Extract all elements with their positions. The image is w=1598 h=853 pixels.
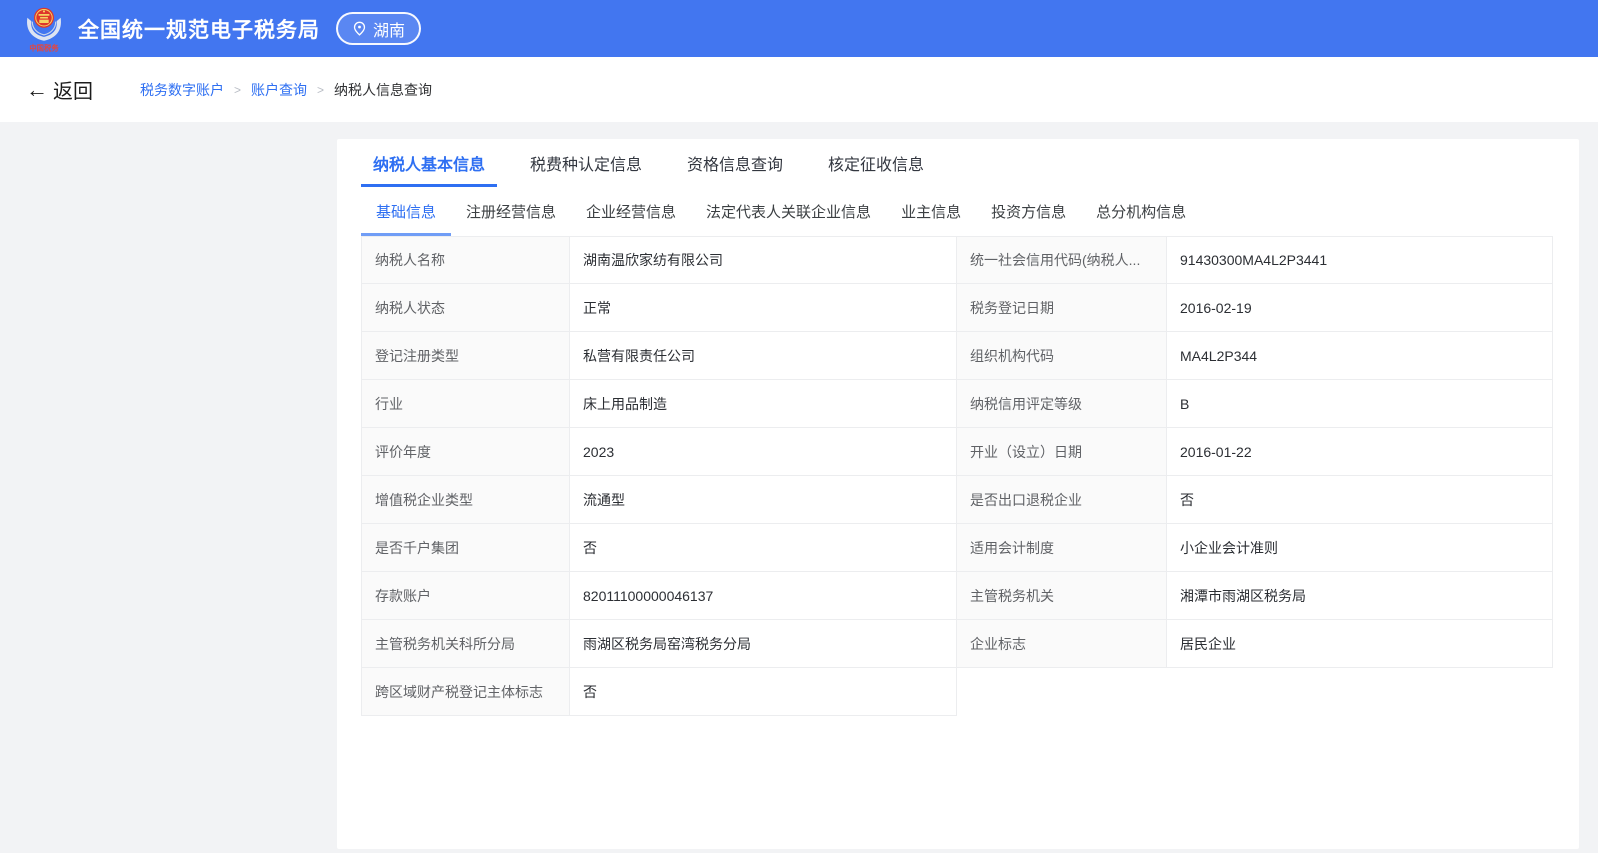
info-label-cell: 纳税人状态 — [361, 284, 570, 332]
info-label-cell: 统一社会信用代码(纳税人... — [957, 236, 1167, 284]
info-label-cell: 主管税务机关科所分局 — [361, 620, 570, 668]
primary-tab-label: 纳税人基本信息 — [373, 151, 485, 175]
primary-tab[interactable]: 核定征收信息 — [816, 139, 936, 187]
info-label-cell: 开业（设立）日期 — [957, 428, 1167, 476]
info-value-cell: 湘潭市雨湖区税务局 — [1167, 572, 1553, 620]
secondary-tab[interactable]: 法定代表人关联企业信息 — [691, 187, 886, 236]
info-label-cell: 适用会计制度 — [957, 524, 1167, 572]
secondary-tab[interactable]: 投资方信息 — [976, 187, 1081, 236]
breadcrumb-separator-icon: > — [317, 83, 324, 97]
secondary-tab-label: 注册经营信息 — [466, 201, 556, 222]
info-label-cell: 增值税企业类型 — [361, 476, 570, 524]
back-label: 返回 — [53, 75, 93, 104]
info-value-cell: B — [1167, 380, 1553, 428]
info-value-cell — [1167, 668, 1553, 716]
secondary-tab-label: 企业经营信息 — [586, 201, 676, 222]
app-title: 全国统一规范电子税务局 — [78, 14, 320, 44]
info-value-cell: 2016-01-22 — [1167, 428, 1553, 476]
primary-tab-label: 核定征收信息 — [828, 151, 924, 175]
secondary-tab-label: 业主信息 — [901, 201, 961, 222]
primary-tab-label: 资格信息查询 — [687, 151, 783, 175]
info-label-cell: 存款账户 — [361, 572, 570, 620]
logo-caption: 中国税务 — [29, 44, 59, 52]
secondary-tab-label: 基础信息 — [376, 201, 436, 222]
info-label-cell: 税务登记日期 — [957, 284, 1167, 332]
info-value-cell: 否 — [570, 524, 957, 572]
info-value-cell: 私营有限责任公司 — [570, 332, 957, 380]
secondary-tab[interactable]: 基础信息 — [361, 187, 451, 236]
tax-bureau-logo-icon: 中国税务 — [22, 5, 66, 52]
location-pin-icon — [352, 21, 367, 36]
breadcrumb-link-digital-account[interactable]: 税务数字账户 — [140, 80, 224, 100]
info-value-cell: 2016-02-19 — [1167, 284, 1553, 332]
primary-tab[interactable]: 纳税人基本信息 — [361, 139, 497, 187]
info-value-cell: 82011100000046137 — [570, 572, 957, 620]
info-value-cell: 2023 — [570, 428, 957, 476]
secondary-tab[interactable]: 业主信息 — [886, 187, 976, 236]
basic-info-table: 纳税人名称 湖南温欣家纺有限公司 统一社会信用代码(纳税人... 9143030… — [361, 236, 1553, 716]
info-value-cell: 否 — [1167, 476, 1553, 524]
back-arrow-icon: ← — [26, 79, 48, 101]
secondary-tabs: 基础信息 注册经营信息 企业经营信息 法定代表人关联企业信息 业主信息 — [361, 187, 1553, 236]
info-value-cell: 小企业会计准则 — [1167, 524, 1553, 572]
secondary-tab[interactable]: 注册经营信息 — [451, 187, 571, 236]
primary-tab[interactable]: 资格信息查询 — [675, 139, 795, 187]
info-value-cell: 流通型 — [570, 476, 957, 524]
app-header: 中国税务 全国统一规范电子税务局 湖南 — [0, 0, 1598, 57]
info-value-cell: 床上用品制造 — [570, 380, 957, 428]
info-label-cell: 纳税人名称 — [361, 236, 570, 284]
breadcrumb-current-page: 纳税人信息查询 — [334, 80, 432, 100]
info-value-cell: 雨湖区税务局窑湾税务分局 — [570, 620, 957, 668]
secondary-tab-label: 法定代表人关联企业信息 — [706, 201, 871, 222]
region-label: 湖南 — [373, 17, 405, 41]
info-label-cell: 评价年度 — [361, 428, 570, 476]
info-label-cell: 是否出口退税企业 — [957, 476, 1167, 524]
primary-tab[interactable]: 税费种认定信息 — [518, 139, 654, 187]
info-label-cell: 登记注册类型 — [361, 332, 570, 380]
primary-tab-label: 税费种认定信息 — [530, 151, 642, 175]
page-content: 纳税人基本信息 税费种认定信息 资格信息查询 核定征收信息 基础信息 — [0, 122, 1598, 853]
info-label-cell — [957, 668, 1167, 716]
back-button[interactable]: ← 返回 — [26, 75, 93, 104]
info-label-cell: 企业标志 — [957, 620, 1167, 668]
info-value-cell: 湖南温欣家纺有限公司 — [570, 236, 957, 284]
info-value-cell: 否 — [570, 668, 957, 716]
info-value-cell: 正常 — [570, 284, 957, 332]
secondary-tab-label: 投资方信息 — [991, 201, 1066, 222]
secondary-tab[interactable]: 企业经营信息 — [571, 187, 691, 236]
primary-tabs: 纳税人基本信息 税费种认定信息 资格信息查询 核定征收信息 — [361, 139, 1553, 187]
secondary-tab[interactable]: 总分机构信息 — [1081, 187, 1201, 236]
region-badge[interactable]: 湖南 — [336, 12, 421, 45]
taxpayer-info-card: 纳税人基本信息 税费种认定信息 资格信息查询 核定征收信息 基础信息 — [337, 139, 1579, 849]
info-value-cell: MA4L2P344 — [1167, 332, 1553, 380]
info-label-cell: 行业 — [361, 380, 570, 428]
info-label-cell: 纳税信用评定等级 — [957, 380, 1167, 428]
info-value-cell: 91430300MA4L2P3441 — [1167, 236, 1553, 284]
breadcrumb-bar: ← 返回 税务数字账户 > 账户查询 > 纳税人信息查询 — [0, 57, 1598, 122]
info-label-cell: 跨区域财产税登记主体标志 — [361, 668, 570, 716]
breadcrumb: 税务数字账户 > 账户查询 > 纳税人信息查询 — [140, 80, 432, 100]
info-label-cell: 组织机构代码 — [957, 332, 1167, 380]
breadcrumb-separator-icon: > — [234, 83, 241, 97]
info-label-cell: 主管税务机关 — [957, 572, 1167, 620]
info-value-cell: 居民企业 — [1167, 620, 1553, 668]
breadcrumb-link-account-query[interactable]: 账户查询 — [251, 80, 307, 100]
secondary-tab-label: 总分机构信息 — [1096, 201, 1186, 222]
info-label-cell: 是否千户集团 — [361, 524, 570, 572]
